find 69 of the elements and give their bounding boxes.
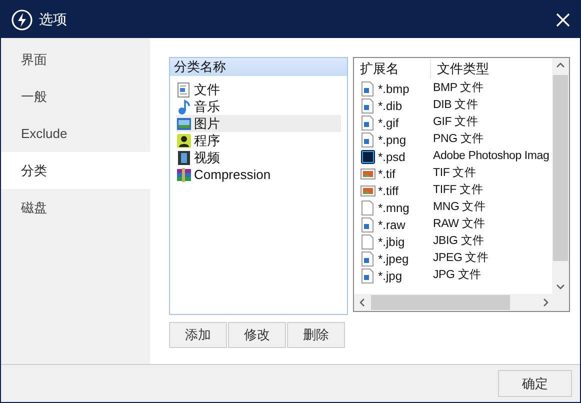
action-button[interactable]: 删除 — [287, 322, 345, 348]
table-cell-text: *.mng — [378, 200, 410, 216]
table-cell-text: *.jpeg — [378, 250, 409, 268]
table-cell-text: GIF 文件 — [433, 114, 478, 130]
chevron-up-icon[interactable] — [556, 62, 565, 68]
sidebar-item[interactable]: 界面 — [1, 41, 150, 78]
sidebar-item[interactable]: Exclude — [1, 115, 150, 152]
column-header: 扩展名 — [354, 59, 431, 79]
vertical-scrollbar[interactable] — [552, 58, 569, 295]
table-cell-text: BMP 文件 — [433, 80, 484, 96]
column-header: 分类名称 — [170, 58, 347, 76]
picture-icon — [176, 116, 192, 132]
file-image-icon — [360, 98, 376, 114]
table-cell-text: PNG 文件 — [433, 132, 484, 147]
close-icon[interactable] — [556, 12, 570, 26]
file-image-icon — [360, 114, 376, 130]
lightning-bolt-logo-icon — [11, 8, 33, 30]
video-icon — [176, 150, 192, 166]
file-image-icon — [360, 132, 376, 148]
category-item[interactable]: 文件 — [176, 81, 341, 98]
action-button[interactable]: 添加 — [169, 322, 227, 348]
category-item[interactable]: Compression — [176, 166, 341, 183]
blank-file-icon — [360, 234, 376, 250]
table-cell-text: JPG 文件 — [433, 268, 482, 283]
table-cell-text: *.gif — [378, 114, 399, 132]
table-cell-text: TIF 文件 — [433, 166, 476, 181]
table-cell-text: *.psd — [378, 148, 406, 166]
horizontal-scrollbar[interactable] — [354, 294, 569, 311]
ok-button[interactable]: 确定 — [498, 370, 572, 397]
file-image-icon — [360, 250, 376, 266]
file-image-icon — [360, 216, 376, 232]
category-item[interactable]: 图片 — [176, 115, 341, 132]
table-cell-text: TIFF 文件 — [433, 182, 484, 198]
table-cell-text: *.raw — [378, 216, 406, 234]
window-title: 选项 — [39, 10, 67, 29]
table-cell-text: *.dib — [378, 98, 402, 114]
photo-file-icon — [360, 166, 376, 182]
sidebar-item[interactable]: 磁盘 — [1, 189, 150, 226]
table-cell-text: DIB 文件 — [433, 98, 478, 113]
table-cell-text: *.png — [378, 132, 406, 148]
table-cell-text: *.jpg — [378, 268, 402, 284]
sidebar-item[interactable]: 分类 — [1, 152, 150, 189]
blank-file-icon — [360, 200, 376, 216]
table-cell-text: *.bmp — [378, 80, 410, 98]
file-image-icon — [360, 268, 376, 284]
file-image-icon — [360, 80, 376, 96]
category-item[interactable]: 音乐 — [176, 98, 341, 115]
photo-file-icon — [360, 182, 376, 198]
table-cell-text: Adobe Photoshop Imag — [433, 148, 550, 164]
table-cell-text: RAW 文件 — [433, 216, 486, 232]
chevron-down-icon[interactable] — [556, 284, 565, 290]
archive-icon — [176, 166, 192, 182]
chevron-right-icon[interactable] — [543, 298, 549, 307]
ps-file-icon — [360, 148, 376, 164]
document-icon — [176, 82, 192, 98]
program-icon — [176, 132, 192, 148]
table-cell-text: JPEG 文件 — [433, 250, 489, 266]
table-cell-text: *.tif — [378, 166, 396, 182]
table-cell-text: *.jbig — [378, 234, 405, 250]
sidebar-item[interactable]: 一般 — [1, 78, 150, 115]
column-header: 文件类型 — [436, 60, 489, 78]
table-cell-text: *.tiff — [378, 182, 398, 200]
table-cell-text: JBIG 文件 — [433, 234, 484, 249]
category-item[interactable]: 程序 — [176, 132, 341, 149]
chevron-left-icon[interactable] — [359, 298, 365, 307]
table-cell-text: MNG 文件 — [433, 200, 486, 215]
music-icon — [176, 98, 192, 114]
category-item[interactable]: 视频 — [176, 149, 341, 166]
action-button[interactable]: 修改 — [228, 322, 286, 348]
